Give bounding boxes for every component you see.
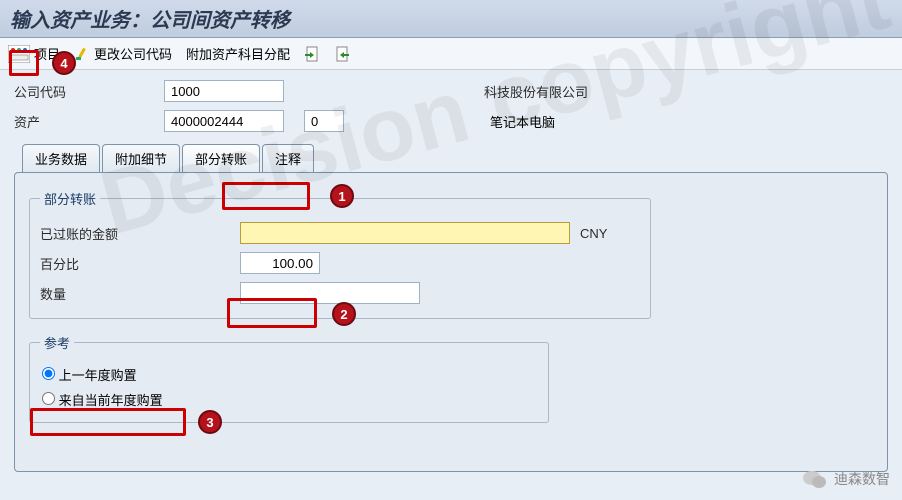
asset-desc-text: 笔记本电脑 bbox=[484, 112, 888, 131]
asset-account-button[interactable]: 附加资产科目分配 bbox=[186, 44, 290, 63]
company-code-input[interactable] bbox=[164, 80, 284, 102]
asset-account-label: 附加资产科目分配 bbox=[186, 44, 290, 63]
reference-group: 参考 上一年度购置 来自当前年度购置 bbox=[29, 333, 549, 423]
ref-current-year-label: 来自当前年度购置 bbox=[59, 393, 163, 408]
multi-asset-label: 项目 bbox=[34, 44, 60, 63]
change-company-label: 更改公司代码 bbox=[94, 44, 172, 63]
reference-group-title: 参考 bbox=[40, 333, 74, 352]
window-title: 输入资产业务：公司间资产转移 bbox=[0, 0, 902, 38]
percent-input[interactable] bbox=[240, 252, 320, 274]
footer-brand: 迪森数智 bbox=[802, 468, 890, 490]
wechat-icon bbox=[802, 468, 828, 490]
tab-additional-details[interactable]: 附加细节 bbox=[102, 144, 180, 172]
ref-prev-year-label: 上一年度购置 bbox=[59, 368, 137, 383]
toolbar: 项目 更改公司代码 附加资产科目分配 bbox=[0, 38, 902, 70]
tab-panel-partial-transfer: 部分转账 已过账的金额 CNY 百分比 数量 参考 上 bbox=[14, 172, 888, 472]
tab-business-data[interactable]: 业务数据 bbox=[22, 144, 100, 172]
tabs: 业务数据 附加细节 部分转账 注释 bbox=[22, 144, 888, 172]
percent-label: 百分比 bbox=[40, 254, 240, 273]
doc-import-icon bbox=[304, 45, 320, 62]
footer-brand-text: 迪森数智 bbox=[834, 469, 890, 489]
asset-input[interactable] bbox=[164, 110, 284, 132]
multi-asset-button[interactable]: 项目 bbox=[8, 44, 60, 63]
asset-label: 资产 bbox=[14, 112, 164, 131]
quantity-label: 数量 bbox=[40, 284, 240, 303]
header-fields: 公司代码 科技股份有限公司 资产 笔记本电脑 bbox=[0, 70, 902, 144]
doc-export-button[interactable] bbox=[334, 45, 350, 62]
partial-transfer-group: 部分转账 已过账的金额 CNY 百分比 数量 bbox=[29, 189, 651, 319]
ref-current-year-radio[interactable] bbox=[42, 392, 55, 405]
ref-current-year-option[interactable]: 来自当前年度购置 bbox=[40, 387, 538, 412]
tab-notes[interactable]: 注释 bbox=[262, 144, 314, 172]
company-name-text: 科技股份有限公司 bbox=[484, 82, 888, 101]
ref-prev-year-option[interactable]: 上一年度购置 bbox=[40, 362, 538, 387]
quantity-input[interactable] bbox=[240, 282, 420, 304]
change-company-button[interactable]: 更改公司代码 bbox=[74, 44, 172, 63]
doc-export-icon bbox=[334, 45, 350, 62]
partial-transfer-group-title: 部分转账 bbox=[40, 189, 100, 208]
multi-asset-icon bbox=[8, 45, 30, 63]
doc-import-button[interactable] bbox=[304, 45, 320, 62]
currency-label: CNY bbox=[580, 226, 640, 241]
company-code-label: 公司代码 bbox=[14, 82, 164, 101]
posted-amount-input[interactable] bbox=[240, 222, 570, 244]
tab-partial-transfer[interactable]: 部分转账 bbox=[182, 144, 260, 172]
asset-subnumber-input[interactable] bbox=[304, 110, 344, 132]
pencil-icon bbox=[74, 45, 90, 62]
ref-prev-year-radio[interactable] bbox=[42, 367, 55, 380]
posted-amount-label: 已过账的金额 bbox=[40, 224, 240, 243]
